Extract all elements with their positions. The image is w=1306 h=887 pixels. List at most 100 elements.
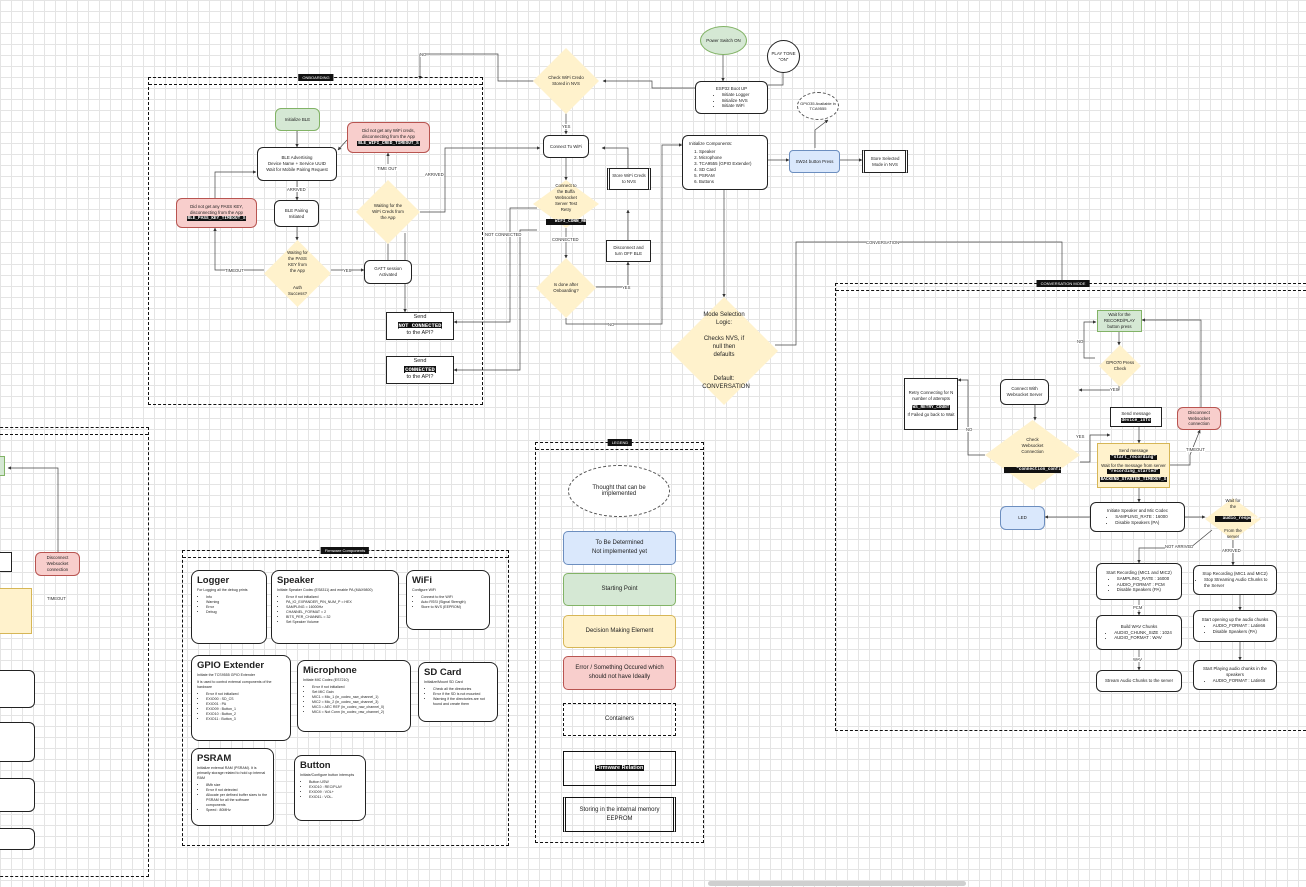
done-onboarding-label: Is done after Onboarding? — [553, 282, 579, 293]
conv-timeout-label: TIMEOUT — [1186, 447, 1205, 452]
onboarding-title: ONBOARDING — [298, 74, 334, 81]
left-partial-disconnect-node: Disconnect Websocket connection — [35, 552, 80, 576]
left-partial-timeout-label: TIMEOUT — [47, 596, 66, 601]
main-connected-label: CONNECTED — [552, 237, 579, 242]
audio-response-label: audio_response — [1214, 516, 1260, 522]
speaker-desc: Initiate Speaker Codec (ES8311) and enab… — [277, 588, 373, 592]
esp32-boot-node: ESP32 Boot UP Initiate Logger Initialize… — [695, 81, 768, 114]
legend-thought-cloud: Thought that can be implemented — [568, 465, 670, 517]
start-opening-node: Start opening up the audio chunks AUDIO_… — [1193, 610, 1277, 642]
store-wifi-node: Store WiFi Creds to NVS — [607, 168, 651, 190]
conv-no-label-1: NO — [1077, 339, 1084, 344]
init-speaker-mic-node: Initiate Speaker and Mic Codec SAMPLING_… — [1090, 502, 1185, 532]
mic-title: Microphone — [303, 665, 357, 676]
send-start-recording-node: Send message "start_recording" Wait for … — [1097, 443, 1170, 488]
send-connected-node: Send CONNECTED to the API? — [386, 356, 454, 384]
button-item-4: EXIO11 : VOL- — [309, 795, 360, 800]
start-playing-node: Start Playing audio chunks in the speake… — [1193, 660, 1277, 690]
mode-selection-line1: Mode Selection Logic: — [703, 311, 745, 326]
sd-card-card: SD Card Initialize/Mount SD Card Check a… — [418, 662, 498, 722]
init-speaker-mic-item-2: Disable Speakers (PA) — [1115, 520, 1167, 526]
to-app-label-1: to the API? — [406, 330, 434, 337]
ble-advertising-node: BLE Advertising Device Name + Service UU… — [257, 147, 337, 181]
waiting-wifi-creds-label: Waiting for the WiFi Creds from the App — [372, 203, 404, 220]
check-ws-label: Check Websocket Connection — [1021, 437, 1044, 455]
sd-item-3: Warning if the directories are not found… — [433, 697, 492, 707]
no-pass-key-node: Did not get any PASS KEY, disconnecting … — [176, 198, 257, 228]
retry-connect-node: Retry Connecting for N number of attempt… — [904, 378, 958, 430]
wait-audio-decision: Wait for the audio_response From the ser… — [1205, 498, 1261, 540]
conv-arrived-label: ARRIVED — [1222, 548, 1241, 553]
onb-arrived-label-1: ARRIVED — [287, 187, 306, 192]
start-recording-msg-label: "start_recording" — [1110, 454, 1157, 460]
retry-connect-label: Retry Connecting for N number of attempt… — [908, 389, 954, 401]
psram-desc: Initialize external RAM (PSRAM). It is p… — [197, 766, 266, 780]
wifi-desc: Configure WiFi — [412, 588, 436, 592]
logger-card: Logger For Logging all the debug prints … — [191, 570, 267, 644]
led-node: LED — [1000, 506, 1045, 530]
conv-not-arrived-label: NOT ARRIVED — [1165, 544, 1194, 549]
legend-firmware-relation-label: Firmware Relation — [594, 765, 645, 771]
left-partial-box-5 — [0, 828, 35, 850]
wifi-conn-retry-label: WIFI_CONN_RETRY — [546, 218, 594, 225]
gpio-desc: Initiate the TCS9555 GPIO Extender — [197, 673, 256, 677]
wait-audio-label: Wait for the — [1225, 498, 1241, 510]
button-card: Button Initiate/Configure button interru… — [294, 755, 366, 821]
init-components-node: Initialize Components: Speaker Microphon… — [682, 135, 768, 190]
horizontal-scrollbar[interactable] — [708, 881, 966, 886]
ble-pairing-node: BLE Pairing Initiated — [274, 200, 319, 227]
legend-storing-label: Storing in the internal memory EEPROM — [579, 806, 660, 822]
to-app-label-2: to the API? — [406, 374, 434, 381]
left-partial-yellow-node — [0, 588, 32, 634]
waiting-pass-key-label: Waiting for the PASS KEY from the App — [287, 249, 308, 273]
legend-decision-label: Decision Making Element — [585, 628, 654, 634]
wait-record-node: Wait for the RECORD/PLAY button press — [1097, 310, 1142, 332]
mode-selection-decision: Mode Selection Logic: Checks NVS, if nul… — [670, 297, 778, 405]
speaker-title: Speaker — [277, 575, 314, 586]
main-conversation-label: CONVERSATION — [866, 240, 900, 245]
gpio-check-decision: GPIO70 Press Check — [1099, 345, 1141, 387]
no-wifi-creds-label: Did not get any WiFi creds, disconnectin… — [362, 128, 415, 140]
legend-tbd-label-1: To Be Determined — [595, 540, 644, 546]
retry-failed-label: If Failed go back to Wait — [907, 412, 955, 418]
disconnect-ble-node: Disconnect and turn OFF BLE — [606, 240, 651, 262]
power-switch-node: Power Switch ON — [700, 26, 747, 55]
conv-wav-label: WAV — [1133, 657, 1143, 662]
legend-decision: Decision Making Element — [563, 615, 676, 648]
legend-tbd-label-2: Not implemented yet — [591, 549, 648, 555]
device-info-label: device_info — [1120, 417, 1152, 423]
sd-title: SD Card — [424, 667, 462, 678]
start-opening-item-2: Disable Speakers (PA) — [1213, 629, 1266, 635]
firmware-title: Firmware Components — [320, 547, 370, 554]
waiting-pass-key-decision: Waiting for the PASS KEY from the App Au… — [264, 240, 331, 307]
left-partial-box-2 — [0, 670, 35, 708]
no-pass-key-label: Did not get any PASS KEY, disconnecting … — [190, 203, 243, 215]
not-connected-label: NOT CONNECTED — [397, 321, 443, 329]
speaker-item-6: Set Speaker Volume — [286, 620, 393, 625]
onb-yes-label: YES — [343, 268, 352, 273]
start-recording-item-1: SAMPLING_RATE : 16000 — [1117, 576, 1169, 582]
logger-item-4: Debug — [206, 610, 261, 615]
build-wav-node: Build WAV Chunks AUDIO_CHUNK_SIZE : 1024… — [1096, 615, 1182, 650]
wifi-title: WiFi — [412, 575, 432, 586]
legend-starting: Starting Point — [563, 573, 676, 606]
connect-backend-decision: Connect to the Buffa Websocket Server Te… — [533, 180, 599, 228]
waiting-wifi-creds-decision: Waiting for the WiFi Creds from the App — [356, 180, 420, 244]
left-partial-box-1 — [0, 552, 12, 572]
connect-wifi-node: Connect To WiFi — [543, 135, 589, 158]
onb-arrived-label-2: ARRIVED — [425, 172, 444, 177]
gatt-session-node: GATT session Activated — [364, 260, 412, 284]
legend-tbd: To Be Determined Not implemented yet — [563, 531, 676, 565]
mode-selection-line2: Checks NVS, if null then defaults — [703, 335, 745, 358]
conv-no-label-2: NO — [966, 427, 973, 432]
recording-started-label: "recording_started" — [1107, 469, 1160, 475]
wait-audio-label-2: From the server — [1224, 527, 1242, 539]
start-playing-label: Start Playing audio chunks in the speake… — [1203, 666, 1267, 678]
store-mode-node: Store Selected Mode in NVS — [862, 150, 908, 173]
wifi-item-3: Store to NVS (EEPROM) — [421, 605, 484, 610]
speaker-card: Speaker Initiate Speaker Codec (ES8311) … — [271, 570, 399, 644]
init-component-6: Buttons — [699, 179, 751, 185]
mic-item-6: MIC4 = Not Conn (in_codec_raw_channel_2) — [312, 710, 405, 715]
left-partial-start-node — [0, 456, 5, 476]
stream-chunks-node: Stream Audio Chunks to the server — [1096, 670, 1182, 692]
